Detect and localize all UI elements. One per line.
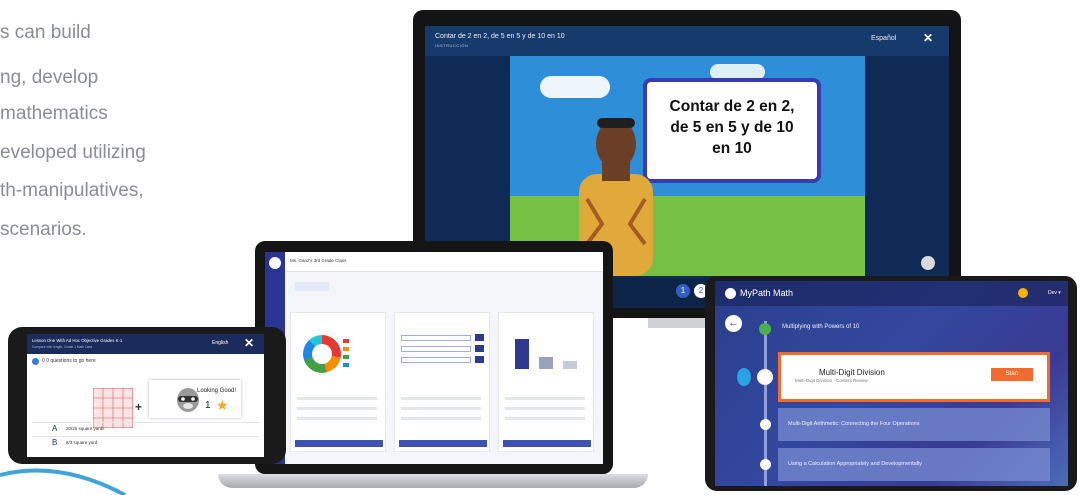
intro-text-block: s can build ng, develop mathematics evel… bbox=[0, 0, 330, 270]
lesson-row[interactable] bbox=[401, 407, 481, 410]
laptop-screen: Ms. Ganz's 3rd Grade Class bbox=[265, 252, 603, 464]
close-button[interactable]: ✕ bbox=[923, 31, 933, 45]
lesson-row[interactable] bbox=[401, 417, 481, 420]
feedback-text: Looking Good! bbox=[197, 388, 237, 394]
star-count: 1 bbox=[205, 400, 211, 411]
completed-check-icon bbox=[759, 323, 771, 335]
question-text: 0 0 questions to go here bbox=[42, 358, 96, 364]
tablet-screen: MyPath Math Dev ▾ ← Multiplying with Pow… bbox=[715, 281, 1068, 486]
lesson-count bbox=[475, 334, 484, 341]
legend-swatch bbox=[343, 355, 349, 359]
user-menu[interactable]: Dev ▾ bbox=[1048, 290, 1061, 296]
back-button[interactable]: ← bbox=[725, 315, 742, 332]
path-node bbox=[760, 459, 771, 470]
avatar-icon bbox=[737, 368, 751, 386]
usage-bar bbox=[539, 357, 553, 369]
app-logo-icon bbox=[269, 257, 281, 269]
view-all-students-button[interactable] bbox=[295, 440, 383, 447]
view-all-lessons-button[interactable] bbox=[399, 440, 487, 447]
feedback-card: Looking Good! 1 ★ bbox=[149, 380, 241, 418]
lesson-card-title: Using a Calculation Appropriately and De… bbox=[788, 461, 922, 467]
info-icon bbox=[32, 358, 39, 365]
video-lesson-header: Contar de 2 en 2, de 5 en 5 y de 10 en 1… bbox=[425, 26, 949, 56]
intro-line: eveloped utilizing bbox=[0, 142, 146, 163]
lessons-card bbox=[394, 312, 490, 452]
intro-line: s can build bbox=[0, 22, 91, 43]
start-button[interactable]: Start bbox=[991, 368, 1033, 381]
intro-line: ng, develop bbox=[0, 67, 99, 88]
lesson-card-title: Multi-Digit Arithmetic: Connecting the F… bbox=[788, 421, 920, 427]
dashboard-cards bbox=[290, 312, 598, 458]
answer-option-a[interactable]: A 20/25 square yards bbox=[32, 422, 259, 434]
donut-chart bbox=[303, 335, 341, 373]
lesson-title: Contar de 2 en 2, de 5 en 5 y de 10 en 1… bbox=[435, 33, 565, 40]
option-text: 20/25 square yards bbox=[66, 426, 105, 431]
students-card bbox=[290, 312, 386, 452]
video-board-text: Contar de 2 en 2, de 5 en 5 y de 10 en 1… bbox=[669, 98, 795, 157]
tablet-app-header: MyPath Math Dev ▾ bbox=[715, 281, 1068, 306]
answer-option-b[interactable]: B 8/3 square yard bbox=[32, 436, 259, 448]
usage-bar bbox=[563, 361, 577, 369]
option-text: 8/3 square yard bbox=[66, 440, 98, 445]
phone-lesson-title: Lesson One With Ad Hoc Objective Grades … bbox=[32, 338, 123, 343]
donut-hole bbox=[312, 344, 332, 364]
location-pin-icon bbox=[757, 369, 773, 385]
phone-close-button[interactable]: ✕ bbox=[244, 336, 254, 350]
legend-swatch bbox=[343, 347, 349, 351]
phone-language-toggle[interactable]: English bbox=[212, 340, 228, 346]
student-row[interactable] bbox=[297, 417, 377, 420]
page-indicator[interactable]: 1 bbox=[676, 284, 690, 298]
usage-bar bbox=[515, 339, 529, 369]
usage-row[interactable] bbox=[505, 417, 585, 420]
option-letter: A bbox=[52, 424, 58, 433]
legend-swatch bbox=[343, 363, 349, 367]
section-title: Multiplying with Powers of 10 bbox=[782, 324, 860, 330]
cloud-shape bbox=[540, 76, 610, 98]
question-prompt: 0 0 questions to go here bbox=[32, 357, 259, 366]
lesson-chip[interactable] bbox=[401, 335, 471, 341]
lesson-chip[interactable] bbox=[401, 357, 471, 363]
mypath-logo-icon bbox=[725, 288, 736, 299]
lesson-chip[interactable] bbox=[401, 346, 471, 352]
usage-card bbox=[498, 312, 594, 452]
next-arrow-icon[interactable] bbox=[921, 256, 935, 270]
lesson-count bbox=[475, 356, 484, 363]
student-row[interactable] bbox=[297, 397, 377, 400]
dashboard-tabs bbox=[285, 280, 603, 292]
laptop-base bbox=[218, 474, 648, 488]
app-brand: MyPath Math bbox=[740, 288, 794, 298]
current-lesson-card[interactable]: Multi-Digit Division Multi-Digit Divisio… bbox=[778, 352, 1050, 402]
path-node bbox=[760, 419, 771, 430]
lesson-subtitle: INSTRUCCIÓN bbox=[435, 43, 469, 48]
tab-active[interactable] bbox=[295, 282, 329, 291]
class-name: Ms. Ganz's 3rd Grade Class bbox=[290, 258, 347, 263]
plus-icon: + bbox=[135, 400, 143, 414]
language-toggle[interactable]: Español bbox=[871, 35, 896, 42]
view-all-usage-button[interactable] bbox=[503, 440, 591, 447]
usage-row[interactable] bbox=[505, 407, 585, 410]
phone-lesson-subtitle: Compare with length, Grade 1 Math Data bbox=[32, 345, 93, 349]
lesson-count bbox=[475, 345, 484, 352]
phone-screen: Lesson One With Ad Hoc Objective Grades … bbox=[27, 334, 264, 457]
lesson-row[interactable] bbox=[401, 397, 481, 400]
lesson-card[interactable]: Multi-Digit Arithmetic: Connecting the F… bbox=[778, 408, 1050, 441]
phone-lesson-header: Lesson One With Ad Hoc Objective Grades … bbox=[27, 334, 264, 354]
current-lesson-title: Multi-Digit Division bbox=[819, 368, 885, 377]
legend-swatch bbox=[343, 339, 349, 343]
option-letter: B bbox=[52, 438, 58, 447]
intro-line: mathematics bbox=[0, 103, 108, 124]
student-row[interactable] bbox=[297, 407, 377, 410]
intro-line: th-manipulatives, bbox=[0, 180, 144, 201]
intro-line: scenarios. bbox=[0, 219, 87, 240]
star-icon: ★ bbox=[216, 397, 229, 413]
lesson-card[interactable]: Using a Calculation Appropriately and De… bbox=[778, 448, 1050, 481]
rewards-icon[interactable] bbox=[1018, 288, 1028, 298]
usage-row[interactable] bbox=[505, 397, 585, 400]
video-title-board: Contar de 2 en 2, de 5 en 5 y de 10 en 1… bbox=[643, 78, 821, 183]
current-lesson-subtitle: Multi-Digit Division · Content Review bbox=[795, 378, 868, 383]
